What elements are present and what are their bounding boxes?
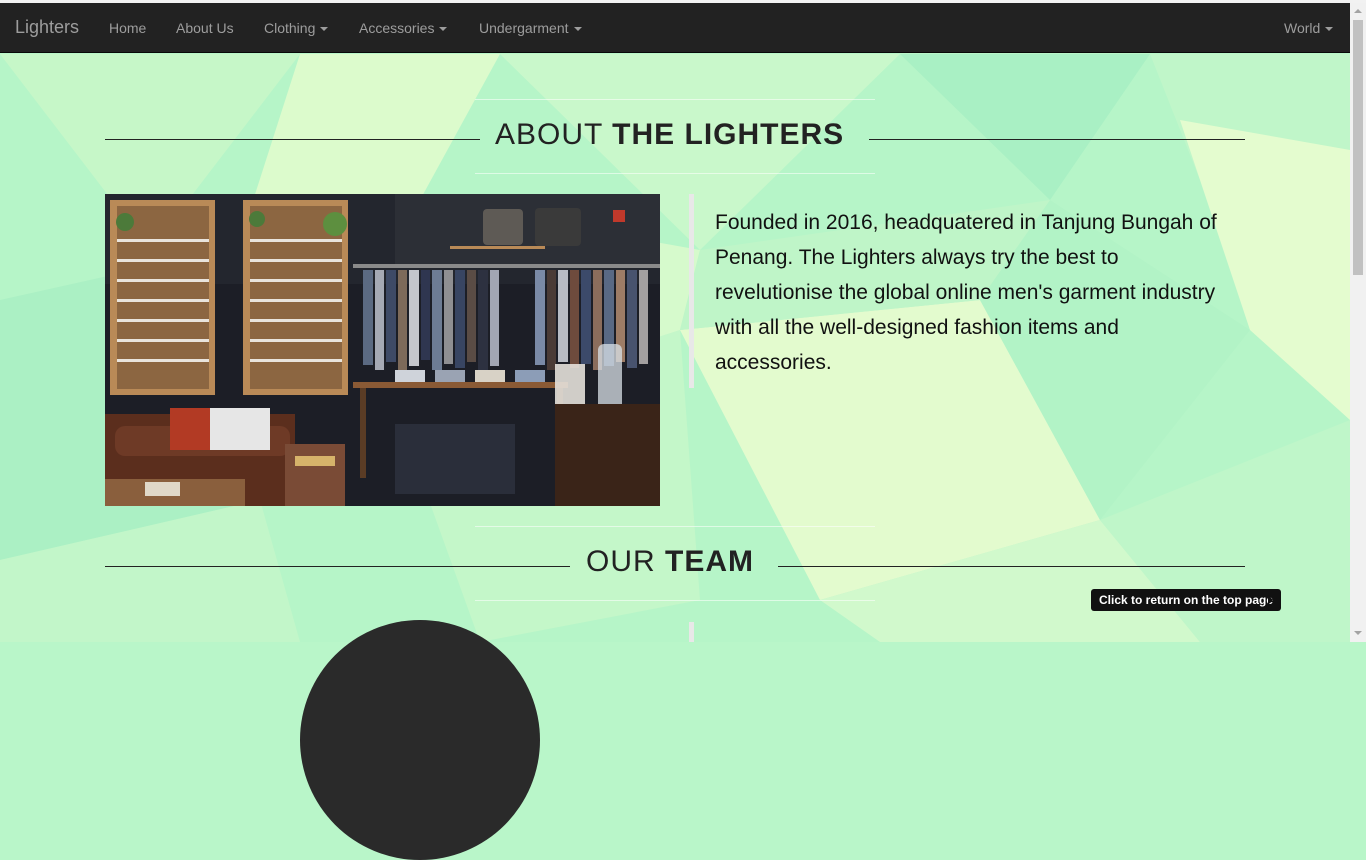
team-heading: OUR TEAM (586, 545, 754, 579)
brand-link[interactable]: Lighters (15, 17, 79, 38)
scrollbar-thumb[interactable] (1353, 20, 1363, 275)
heading-right-rule (869, 139, 1245, 140)
about-heading-bold: THE LIGHTERS (612, 118, 845, 151)
team-member-photo (300, 620, 540, 860)
heading-top-rule (475, 99, 875, 100)
team-heading-right-rule (778, 566, 1245, 567)
nav-world-dropdown[interactable]: World (1284, 20, 1334, 36)
nav-accessories-dropdown[interactable]: Accessories (359, 20, 448, 36)
back-to-top-tooltip: Click to return on the top page (1091, 589, 1282, 611)
nav-undergarment-dropdown[interactable]: Undergarment (479, 20, 582, 36)
team-heading-bottom-rule (475, 600, 875, 601)
blockquote-bar (689, 194, 694, 388)
team-blockquote-bar (689, 622, 694, 642)
nav-about-us-label: About Us (176, 20, 234, 36)
vertical-scrollbar[interactable] (1350, 3, 1366, 642)
nav-world-label: World (1284, 20, 1321, 36)
caret-down-icon (1325, 27, 1334, 32)
about-heading-light: ABOUT (495, 118, 603, 151)
tooltip-arrow-icon (1268, 595, 1273, 605)
nav-home-label: Home (109, 20, 147, 36)
heading-left-rule (105, 139, 480, 140)
nav-undergarment-label: Undergarment (479, 20, 569, 36)
team-heading-bold: TEAM (665, 545, 755, 578)
about-heading: ABOUT THE LIGHTERS (495, 118, 844, 152)
caret-down-icon (320, 27, 329, 32)
nav-clothing-dropdown[interactable]: Clothing (264, 20, 329, 36)
about-description: Founded in 2016, headquatered in Tanjung… (715, 211, 1217, 374)
top-navbar: Lighters Home About Us Clothing Accessor… (0, 3, 1350, 53)
nav-about-us[interactable]: About Us (176, 20, 234, 36)
nav-home[interactable]: Home (109, 20, 146, 36)
scroll-up-arrow-icon[interactable] (1354, 9, 1362, 13)
team-heading-light: OUR (586, 545, 656, 578)
caret-down-icon (439, 27, 448, 32)
scroll-down-arrow-icon[interactable] (1354, 631, 1362, 635)
team-heading-top-rule (475, 526, 875, 527)
caret-down-icon (573, 27, 582, 32)
team-heading-left-rule (105, 566, 570, 567)
store-interior-photo (105, 194, 660, 506)
heading-bottom-rule (475, 173, 875, 174)
nav-accessories-label: Accessories (359, 20, 435, 36)
nav-clothing-label: Clothing (264, 20, 316, 36)
